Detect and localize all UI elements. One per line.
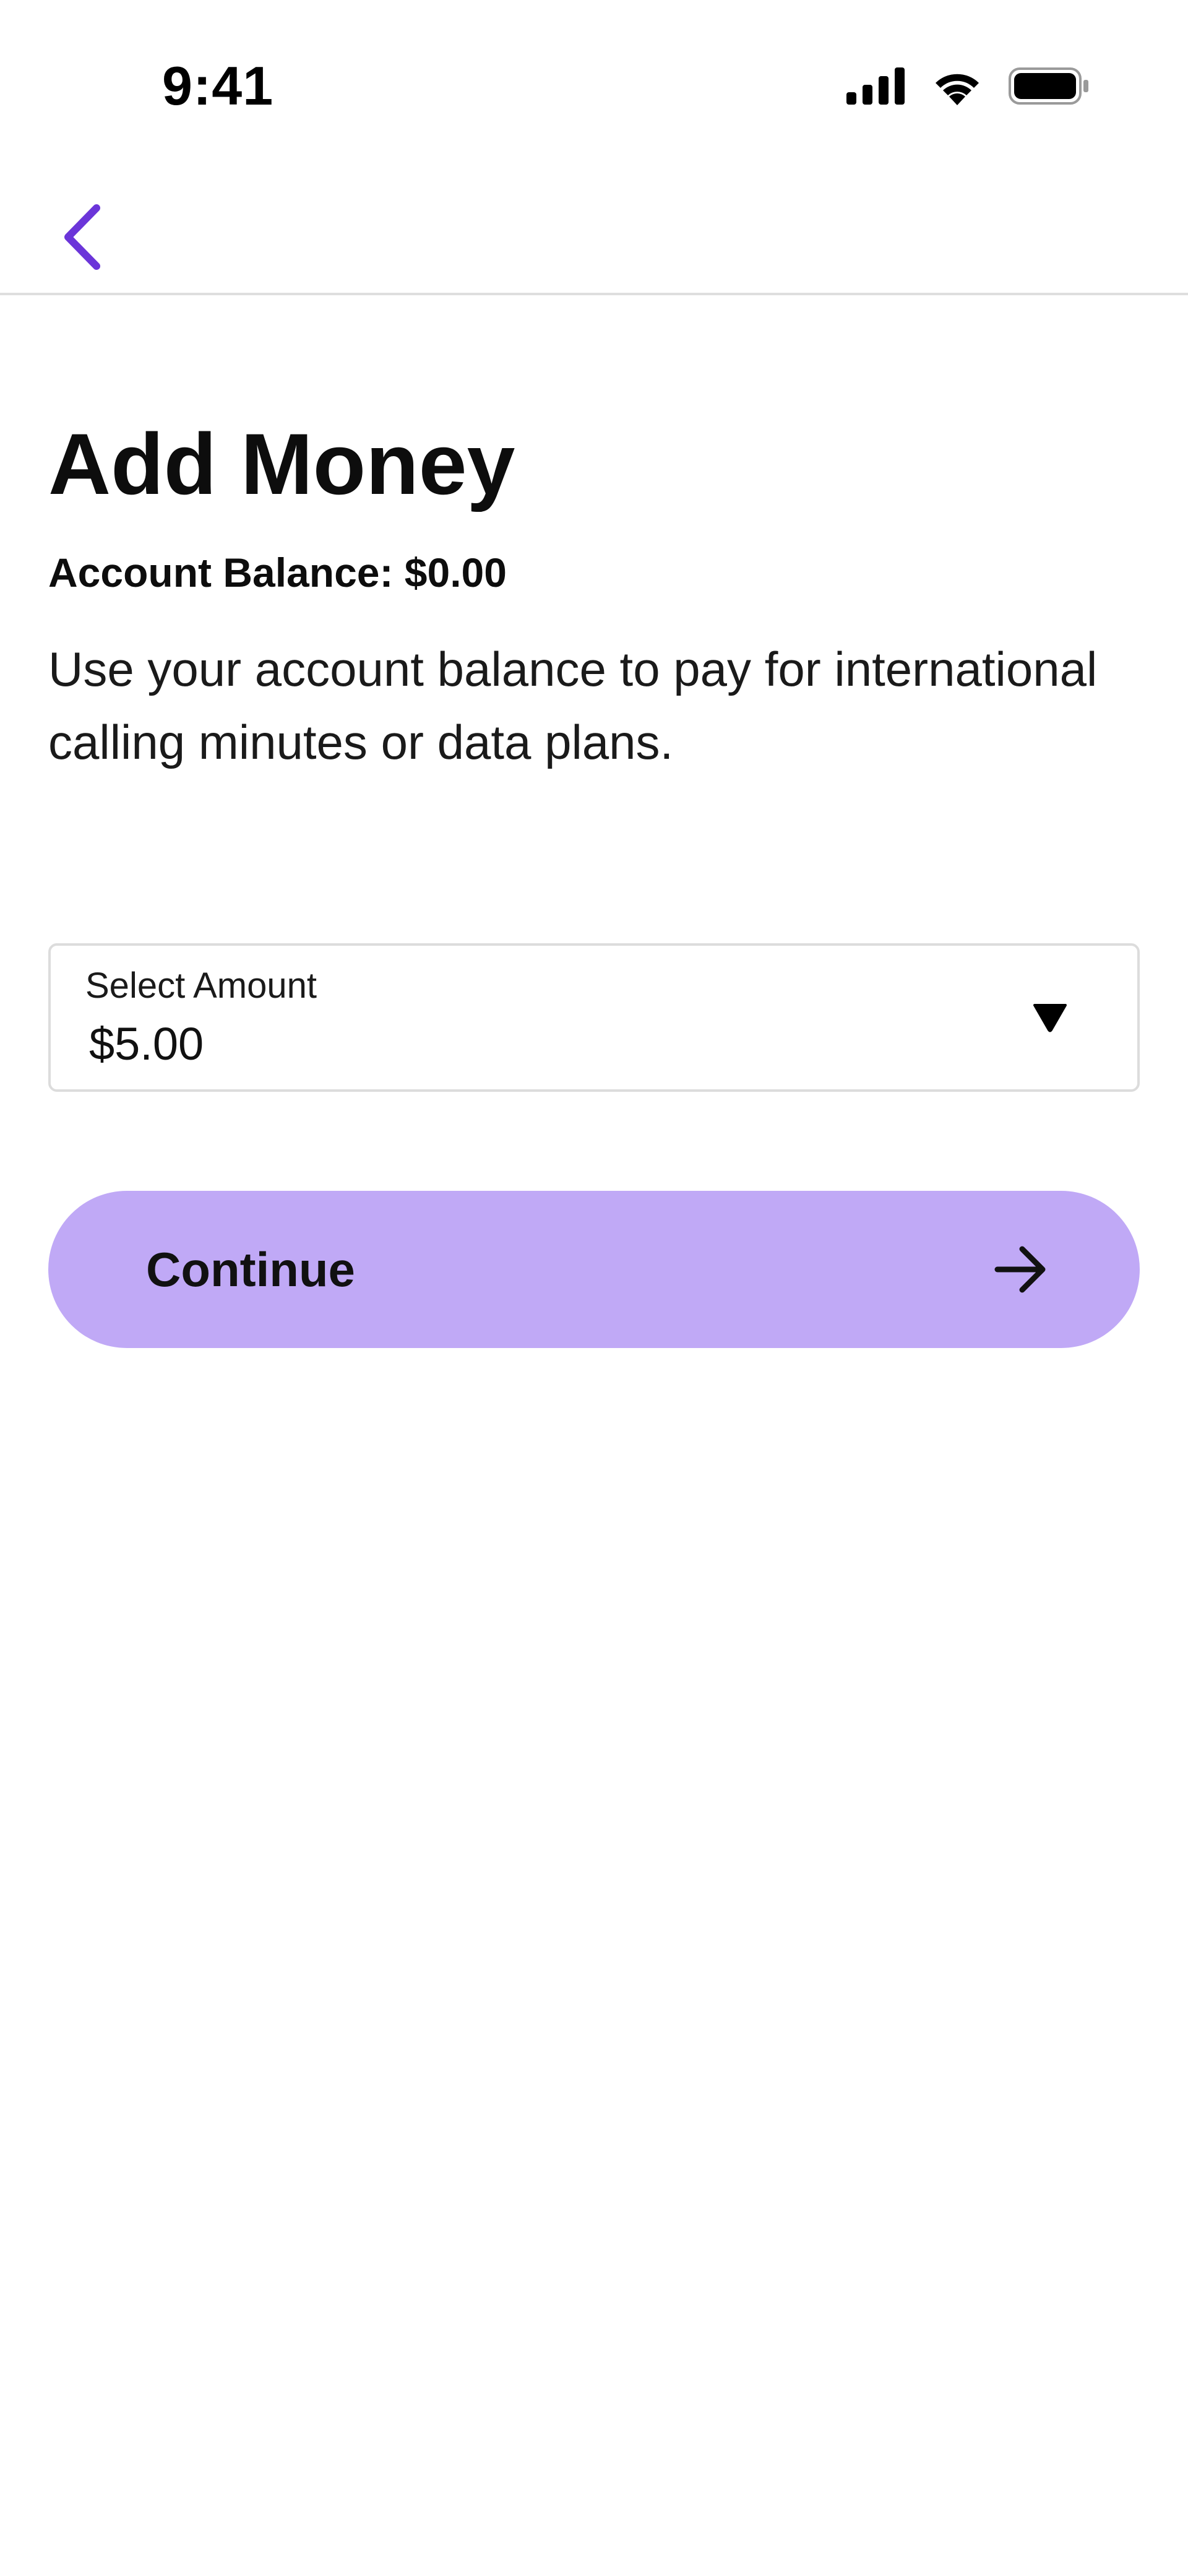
page-description: Use your account balance to pay for inte… [48,642,1098,769]
battery-icon [1009,67,1089,108]
arrow-right-icon [992,1242,1048,1297]
amount-select[interactable]: Select Amount $5.00 [48,943,1140,1092]
page-title: Add Money [48,415,515,512]
continue-button-label: Continue [146,1242,355,1297]
amount-select-value: $5.00 [89,1018,204,1070]
account-balance: Account Balance: $0.00 [48,550,507,595]
status-bar: 9:41 [0,0,1188,179]
continue-button[interactable]: Continue [48,1191,1140,1348]
status-icons [846,67,1089,108]
caret-down-icon [1032,1003,1068,1032]
chevron-left-icon [61,203,104,274]
amount-select-label: Select Amount [85,966,317,1006]
status-time: 9:41 [162,55,274,116]
wifi-icon [931,67,984,108]
nav-bar [0,179,1188,295]
cellular-signal-icon [846,67,906,108]
add-money-screen: 9:41 Add Money Account Balance: $0.00 Us… [0,0,1188,2576]
back-button[interactable] [48,192,116,285]
